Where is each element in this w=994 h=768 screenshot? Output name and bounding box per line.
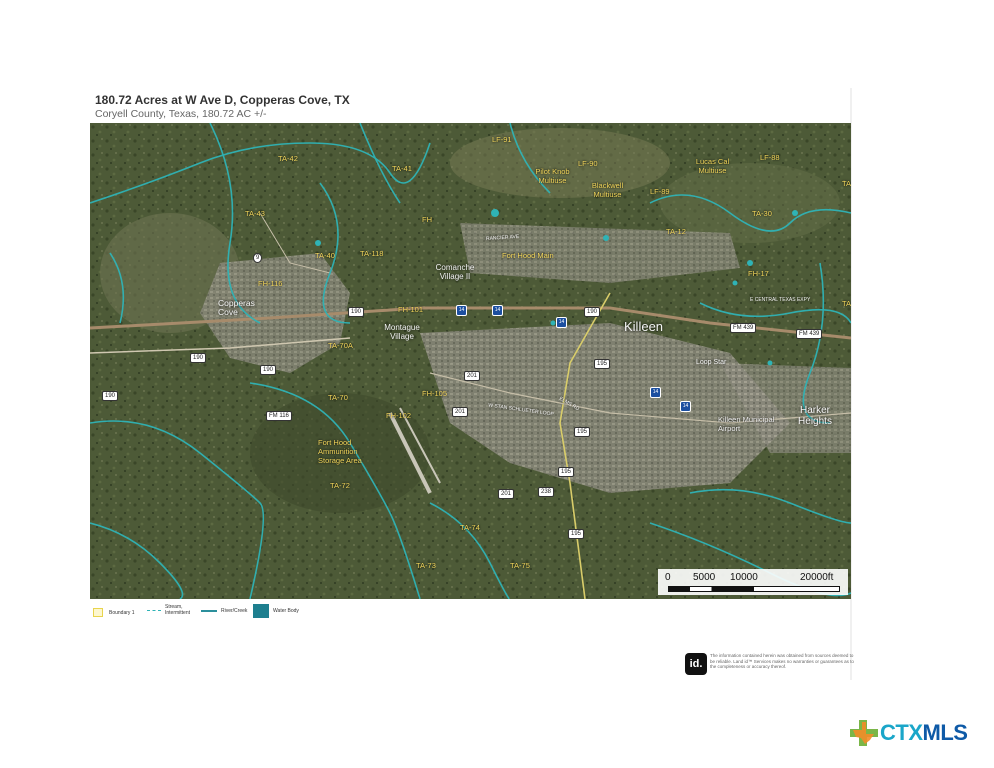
label-lucas-cal: Lucas Cal Multiuse — [695, 157, 730, 175]
label-ta118: TA-118 — [360, 249, 384, 258]
scale-label-10000: 10000 — [730, 572, 758, 583]
legend-stream-swatch — [147, 609, 161, 611]
map-scale-bar: 0 5000 10000 20000ft — [658, 569, 848, 595]
city-montague-village: Montague Village — [384, 323, 420, 341]
label-fh116: FH-116 — [258, 279, 283, 288]
brand-ctx: CTX — [880, 720, 923, 745]
interstate-shield-d: 14 — [650, 387, 661, 398]
shield-201-b: 201 — [452, 407, 469, 417]
brand-name: CTXMLS — [880, 720, 968, 746]
label-killeen-airport: Killeen Municipal Airport — [718, 415, 775, 433]
label-ta75: TA-75 — [510, 561, 530, 570]
legend-water-swatch — [253, 604, 269, 618]
label-blackwell: Blackwell Multiuse — [591, 181, 624, 199]
label-ta70: TA-70 — [328, 393, 348, 402]
shield-190-b: 190 — [584, 307, 601, 317]
legend-water: Water Body — [253, 604, 299, 618]
label-ta12: TA-12 — [666, 227, 686, 236]
interstate-shield-e: 14 — [680, 401, 691, 412]
label-ta73: TA-73 — [416, 561, 436, 570]
shield-190-e: 190 — [102, 391, 119, 401]
ctxmls-logo: CTXMLS — [848, 718, 978, 748]
interstate-shield-c: 14 — [556, 317, 567, 328]
texas-cross-icon — [850, 720, 878, 746]
brand-mls: MLS — [922, 720, 968, 745]
shield-190-d: 190 — [260, 365, 277, 375]
label-ta40: TA-40 — [315, 251, 335, 260]
interstate-shield-a: 14 — [456, 305, 467, 316]
label-lf88: LF-88 — [760, 153, 780, 162]
label-fh105: FH-105 — [422, 389, 448, 398]
scale-label-20000: 20000ft — [800, 572, 834, 583]
label-ta-edge: TA — [842, 179, 851, 188]
label-ta41: TA-41 — [392, 164, 412, 173]
shield-190-a: 190 — [348, 307, 365, 317]
label-ta-edge2: TA — [842, 299, 851, 308]
legend-boundary-label: Boundary 1 — [109, 609, 135, 616]
shield-201-a: 201 — [464, 371, 481, 381]
label-lf91: LF-91 — [492, 135, 512, 144]
map-legend: Boundary 1 Stream, Intermittent River/Cr… — [93, 604, 493, 624]
road-e-central: E CENTRAL TEXAS EXPY — [750, 297, 811, 303]
legend-stream-label: Stream, Intermittent — [165, 604, 191, 616]
label-ta72: TA-72 — [330, 481, 350, 490]
shield-195-c: 195 — [558, 467, 575, 477]
legend-boundary-swatch — [93, 608, 103, 617]
label-fh102: FH-102 — [386, 411, 412, 420]
shield-238: 238 — [538, 487, 555, 497]
city-harker-heights: Harker Heights — [798, 405, 832, 427]
legend-water-label: Water Body — [273, 608, 299, 614]
city-comanche-village: Comanche Village II — [435, 263, 475, 281]
label-ta70a: TA-70A — [328, 341, 353, 350]
scale-label-0: 0 — [665, 572, 671, 583]
disclaimer-text: The information contained herein was obt… — [710, 653, 854, 669]
label-fh17: FH-17 — [748, 269, 769, 278]
landid-logo: id. — [685, 653, 707, 675]
legend-river-swatch — [201, 610, 217, 612]
label-fort-hood-ammo: Fort Hood Ammunition Storage Area — [318, 438, 362, 465]
city-loop-star: Loop Star — [696, 359, 727, 366]
label-lf90: LF-90 — [578, 159, 598, 168]
shield-fm439b: FM 439 — [796, 329, 823, 339]
interstate-shield-b: 14 — [492, 305, 503, 316]
label-fh: FH — [422, 215, 432, 224]
legend-river-label: River/Creek — [221, 608, 248, 614]
shield-195-a: 195 — [594, 359, 611, 369]
label-ta74: TA-74 — [460, 523, 480, 532]
legend-boundary: Boundary 1 — [93, 608, 135, 617]
shield-fm439: FM 439 — [730, 323, 757, 333]
shield-fm116: FM 116 — [266, 411, 292, 421]
legend-stream: Stream, Intermittent — [147, 604, 191, 616]
city-killeen: Killeen — [624, 319, 664, 334]
scale-label-5000: 5000 — [693, 572, 716, 583]
page-title: 180.72 Acres at W Ave D, Copperas Cove, … — [95, 93, 350, 107]
satellite-map[interactable]: Copperas Cove Killeen Harker Heights Com… — [90, 123, 851, 599]
scale-bar-graphic — [668, 586, 840, 592]
page-subtitle: Coryell County, Texas, 180.72 AC +/- — [95, 108, 267, 120]
legend-river: River/Creek — [201, 608, 247, 614]
shield-201-c: 201 — [498, 489, 515, 499]
label-ta30: TA-30 — [752, 209, 772, 218]
label-fh101: FH-101 — [398, 305, 424, 314]
disclaimer-block: id. The information contained herein was… — [685, 650, 855, 680]
label-ta42: TA-42 — [278, 154, 298, 163]
city-copperas-cove: Copperas Cove — [218, 298, 255, 317]
shield-195-d: 195 — [568, 529, 585, 539]
label-ta43: TA-43 — [245, 209, 265, 218]
shield-195-b: 195 — [574, 427, 591, 437]
label-fort-hood-main: Fort Hood Main — [502, 251, 554, 260]
label-pilot-knob: Pilot Knob Multiuse — [535, 167, 570, 185]
label-lf89: LF-89 — [650, 187, 670, 196]
shield-190-c: 190 — [190, 353, 207, 363]
